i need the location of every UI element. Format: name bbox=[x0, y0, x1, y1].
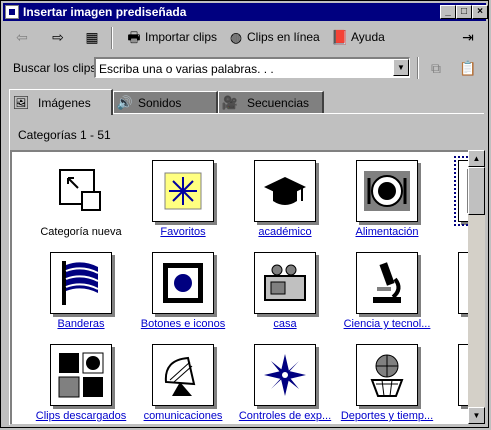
close-button[interactable]: × bbox=[472, 5, 488, 19]
import-clips-label: Importar clips bbox=[145, 30, 218, 44]
search-value: Escriba una o varias palabras. . . bbox=[99, 62, 274, 76]
search-input[interactable]: Escriba una o varias palabras. . . ▼ bbox=[94, 57, 410, 78]
category-item-flags[interactable]: Banderas bbox=[20, 244, 124, 334]
copy-icon: ⧉ bbox=[431, 60, 441, 76]
video-icon: 🎥 bbox=[221, 94, 239, 110]
search-dropdown-button[interactable]: ▼ bbox=[393, 59, 409, 76]
category-item-academic[interactable]: académico bbox=[224, 152, 328, 242]
paste-icon: 📋 bbox=[459, 60, 477, 76]
images-panel: Categorías 1 - 51 Categoría nueva Favori… bbox=[9, 113, 485, 425]
scroll-down-button[interactable]: ▼ bbox=[468, 407, 485, 424]
clip-art-window: Insertar imagen prediseñada _ □ × ⇦ ⇨ ▦ … bbox=[0, 0, 489, 428]
help-button[interactable]: 📕 Ayuda bbox=[331, 27, 385, 47]
tab-images-label: Imágenes bbox=[38, 95, 91, 110]
category-item-home[interactable]: casa bbox=[224, 244, 328, 334]
tab-sequences[interactable]: 🎥 Secuencias bbox=[218, 91, 324, 113]
vertical-scrollbar[interactable]: ▲ ▼ bbox=[468, 150, 485, 424]
category-item-communications[interactable]: comunicaciones bbox=[122, 336, 226, 424]
category-item-sports[interactable]: Deportes y tiemp... bbox=[326, 336, 433, 424]
microscope-icon bbox=[356, 252, 418, 314]
forward-arrow-icon: ⇨ bbox=[52, 29, 64, 45]
title-bar[interactable]: Insertar imagen prediseñada _ □ × bbox=[3, 3, 488, 21]
tab-sequences-label: Secuencias bbox=[247, 95, 310, 110]
maximize-button[interactable]: □ bbox=[456, 5, 472, 19]
tab-sounds-label: Sonidos bbox=[138, 95, 182, 110]
basketball-icon bbox=[356, 344, 418, 406]
help-label: Ayuda bbox=[351, 30, 385, 44]
help-book-icon: 📕 bbox=[331, 29, 349, 45]
category-item-science[interactable]: Ciencia y tecnol... bbox=[326, 244, 430, 334]
plate-icon bbox=[356, 160, 418, 222]
tab-images[interactable]: 🖼 Imágenes bbox=[9, 89, 113, 115]
button-icon bbox=[152, 252, 214, 314]
back-arrow-icon: ⇦ bbox=[16, 29, 28, 45]
online-clips-button[interactable]: ◍ Clips en línea bbox=[227, 27, 320, 47]
import-icon: 🖶 bbox=[127, 29, 141, 45]
grid-icon: ▦ bbox=[85, 29, 99, 45]
favorites-icon bbox=[152, 160, 214, 222]
search-separator bbox=[417, 57, 419, 79]
minimize-button[interactable]: _ bbox=[440, 5, 456, 19]
images-icon: 🖼 bbox=[12, 94, 30, 110]
search-row: Buscar los clips: Escriba una o varias p… bbox=[3, 55, 486, 81]
window-title: Insertar imagen prediseñada bbox=[23, 5, 187, 19]
change-view-button[interactable]: ⇥ bbox=[459, 27, 477, 47]
sounds-icon: 🔊 bbox=[116, 94, 134, 110]
globe-icon: ◍ bbox=[229, 29, 243, 45]
category-item-buttons[interactable]: Botones e iconos bbox=[122, 244, 226, 334]
pane-icon: ⇥ bbox=[462, 29, 474, 45]
scroll-thumb[interactable] bbox=[468, 167, 485, 215]
category-item-favorites[interactable]: Favoritos bbox=[122, 152, 226, 242]
paste-button[interactable]: 📋 bbox=[459, 58, 477, 78]
new-category-icon bbox=[50, 160, 112, 222]
toolbar: ⇦ ⇨ ▦ 🖶 Importar clips ◍ Clips en línea … bbox=[3, 23, 486, 51]
online-clips-label: Clips en línea bbox=[247, 30, 320, 44]
category-grid: Categoría nueva Favoritos académico Alim… bbox=[10, 150, 476, 424]
app-icon bbox=[5, 5, 19, 19]
scroll-up-button[interactable]: ▲ bbox=[468, 150, 485, 167]
kitchen-icon bbox=[254, 252, 316, 314]
import-clips-button[interactable]: 🖶 Importar clips bbox=[125, 27, 217, 47]
all-categories-button[interactable]: ▦ bbox=[83, 27, 101, 47]
category-count: Categorías 1 - 51 bbox=[18, 128, 111, 142]
downloads-icon bbox=[50, 344, 112, 406]
compass-icon bbox=[254, 344, 316, 406]
tab-sounds[interactable]: 🔊 Sonidos bbox=[113, 91, 218, 113]
category-item-controls[interactable]: Controles de exp... bbox=[224, 336, 331, 424]
copy-button[interactable]: ⧉ bbox=[427, 58, 445, 78]
toolbar-separator bbox=[111, 27, 113, 49]
category-item-downloads[interactable]: Clips descargados bbox=[20, 336, 126, 424]
satellite-dish-icon bbox=[152, 344, 214, 406]
category-item-new[interactable]: Categoría nueva bbox=[20, 152, 124, 242]
flag-icon bbox=[50, 252, 112, 314]
search-label: Buscar los clips: bbox=[13, 61, 100, 75]
category-item-food[interactable]: Alimentación bbox=[326, 152, 430, 242]
graduation-cap-icon bbox=[254, 160, 316, 222]
back-button[interactable]: ⇦ bbox=[13, 27, 31, 47]
forward-button[interactable]: ⇨ bbox=[49, 27, 67, 47]
